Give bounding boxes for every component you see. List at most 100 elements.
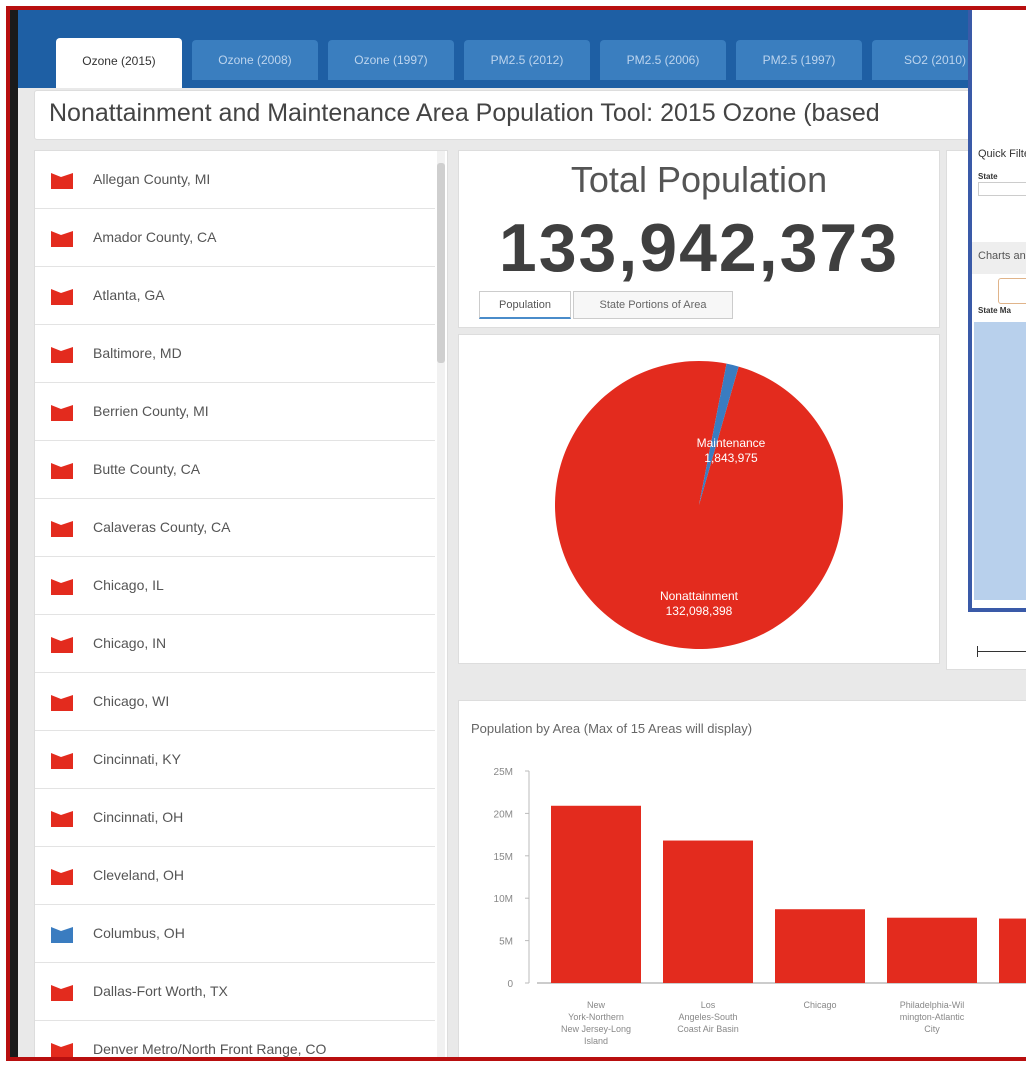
area-name: Columbus, OH: [93, 925, 185, 941]
state-map-label: State Ma: [978, 306, 1011, 315]
area-list-item[interactable]: Baltimore, MD: [35, 325, 435, 383]
state-filter-input[interactable]: [978, 182, 1026, 196]
area-name: Amador County, CA: [93, 229, 217, 245]
tab-pm2-5-2012[interactable]: PM2.5 (2012): [464, 40, 590, 80]
area-list-item[interactable]: Chicago, IL: [35, 557, 435, 615]
area-flag-icon: [51, 811, 73, 827]
overlay-window: Quick Filte State Charts and State Ma: [968, 10, 1026, 612]
total-population-card: Total Population 133,942,373 Population …: [458, 150, 940, 328]
area-flag-icon: [51, 231, 73, 247]
area-list-item[interactable]: Amador County, CA: [35, 209, 435, 267]
area-list-item[interactable]: Dallas-Fort Worth, TX: [35, 963, 435, 1021]
area-name: Atlanta, GA: [93, 287, 165, 303]
y-tick-label: 5M: [499, 937, 513, 948]
tab-population[interactable]: Population: [479, 291, 571, 319]
area-name: Cincinnati, OH: [93, 809, 184, 825]
area-flag-icon: [51, 695, 73, 711]
area-list-item[interactable]: Cleveland, OH: [35, 847, 435, 905]
scale-bar: [977, 651, 1026, 652]
area-list-item[interactable]: Cincinnati, OH: [35, 789, 435, 847]
area-flag-icon: [51, 579, 73, 595]
area-list-item[interactable]: Cincinnati, KY: [35, 731, 435, 789]
x-tick-label: City: [924, 1024, 940, 1034]
x-tick-label: Island: [584, 1036, 608, 1046]
pie-label-nonattainment: Nonattainment: [660, 589, 739, 603]
area-list-item[interactable]: Calaveras County, CA: [35, 499, 435, 557]
area-name: Chicago, IL: [93, 577, 164, 593]
area-name: Butte County, CA: [93, 461, 201, 477]
population-pie-card: Nonattainment 132,098,398 Maintenance 1,843…: [458, 334, 940, 664]
chart-toggle-button[interactable]: [998, 278, 1026, 304]
total-population-value: 133,942,373: [498, 210, 900, 286]
x-tick-label: mington-Atlantic: [900, 1012, 965, 1022]
y-tick-label: 20M: [494, 809, 513, 820]
area-flag-icon: [51, 869, 73, 885]
area-list-item[interactable]: Berrien County, MI: [35, 383, 435, 441]
tab-ozone-1997[interactable]: Ozone (1997): [328, 40, 454, 80]
area-list-item[interactable]: Denver Metro/North Front Range, CO: [35, 1021, 435, 1057]
bar[interactable]: [999, 918, 1026, 983]
area-name: Allegan County, MI: [93, 171, 211, 187]
tab-ozone-2015[interactable]: Ozone (2015): [56, 38, 182, 88]
tab-state-portions[interactable]: State Portions of Area: [573, 291, 733, 319]
y-tick-label: 10M: [494, 894, 513, 905]
area-flag-icon: [51, 173, 73, 189]
x-tick-label: New: [587, 1000, 606, 1010]
x-tick-label: Coast Air Basin: [677, 1024, 739, 1034]
total-population-label: Total Population: [570, 159, 828, 200]
tab-ozone-2008[interactable]: Ozone (2008): [192, 40, 318, 80]
frame-left-edge: [10, 10, 18, 1057]
pie-label-maintenance-value: 1,843,975: [704, 451, 758, 465]
y-tick-label: 15M: [494, 852, 513, 863]
area-list-item[interactable]: Columbus, OH: [35, 905, 435, 963]
area-flag-icon: [51, 1043, 73, 1057]
area-flag-icon: [51, 985, 73, 1001]
charts-label: Charts and: [978, 250, 1026, 262]
area-name: Calaveras County, CA: [93, 519, 231, 535]
area-name: Chicago, WI: [93, 693, 170, 709]
scrollbar-thumb[interactable]: [437, 163, 445, 363]
area-flag-icon: [51, 347, 73, 363]
x-tick-label: New Jersey-Long: [561, 1024, 631, 1034]
area-flag-icon: [51, 637, 73, 653]
x-tick-label: Angeles-South: [678, 1012, 737, 1022]
area-list-item[interactable]: Chicago, WI: [35, 673, 435, 731]
quick-filter-label: Quick Filte: [978, 148, 1026, 160]
area-name: Denver Metro/North Front Range, CO: [93, 1041, 327, 1057]
y-tick-label: 25M: [494, 767, 513, 778]
area-flag-icon: [51, 289, 73, 305]
population-by-area-card: Population by Area (Max of 15 Areas will…: [458, 700, 1026, 1057]
area-list-item[interactable]: Allegan County, MI: [35, 151, 435, 209]
state-map[interactable]: [974, 322, 1026, 600]
pie-label-nonattainment-value: 132,098,398: [666, 604, 733, 618]
area-flag-icon: [51, 927, 73, 943]
x-tick-label: York-Northern: [568, 1012, 624, 1022]
area-name: Cleveland, OH: [93, 867, 185, 883]
tab-pm2-5-2006[interactable]: PM2.5 (2006): [600, 40, 726, 80]
area-list-item[interactable]: Butte County, CA: [35, 441, 435, 499]
area-name: Baltimore, MD: [93, 345, 182, 361]
y-tick-label: 0: [507, 979, 513, 990]
bar[interactable]: [887, 917, 977, 983]
page-title: Nonattainment and Maintenance Area Popul…: [49, 99, 880, 127]
pie-label-maintenance: Maintenance: [697, 436, 766, 450]
app-frame: Ozone (2015) Ozone (2008) Ozone (1997) PM2.…: [6, 6, 1026, 1061]
x-tick-label: Los: [701, 1000, 716, 1010]
x-tick-label: Philadelphia-Wil: [900, 1000, 965, 1010]
population-bar-chart: 0 5M 10M 15M 20M 25M New York-Northern New Jerse…: [494, 767, 1026, 1046]
bar[interactable]: [551, 805, 641, 983]
area-list[interactable]: Allegan County, MI Amador County, CA Atlan…: [34, 150, 448, 1057]
bar[interactable]: [775, 909, 865, 983]
bar[interactable]: [663, 840, 753, 983]
area-list-item[interactable]: Chicago, IN: [35, 615, 435, 673]
area-name: Chicago, IN: [93, 635, 167, 651]
area-flag-icon: [51, 463, 73, 479]
title-bar: Nonattainment and Maintenance Area Popul…: [34, 90, 1026, 140]
area-flag-icon: [51, 753, 73, 769]
population-pie-chart: Nonattainment132,098,398 Maintenance1,843…: [555, 361, 843, 649]
area-list-item[interactable]: Atlanta, GA: [35, 267, 435, 325]
area-list-scrollbar[interactable]: [437, 151, 445, 1057]
x-tick-label: Chicago: [803, 1000, 836, 1010]
tab-pm2-5-1997[interactable]: PM2.5 (1997): [736, 40, 862, 80]
area-name: Cincinnati, KY: [93, 751, 181, 767]
